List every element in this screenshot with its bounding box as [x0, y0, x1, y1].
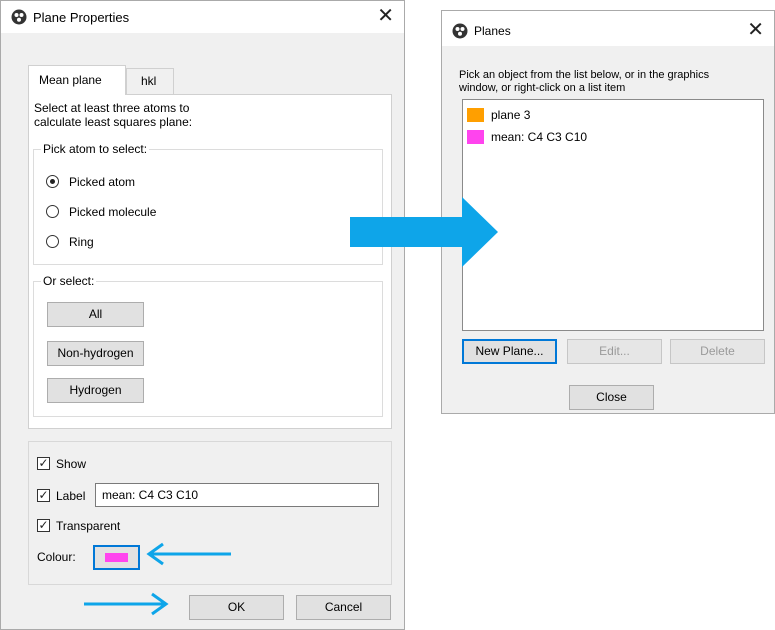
show-label: Show	[56, 457, 87, 471]
instruction-line-2: calculate least squares plane:	[34, 115, 193, 129]
list-item-label: mean: C4 C3 C10	[491, 130, 588, 144]
window-title: Plane Properties	[33, 10, 130, 25]
close-button[interactable]: Close	[569, 385, 654, 410]
plane-properties-window: Plane Properties ✕ Mean plane hkl Select…	[0, 0, 405, 630]
plane-color-swatch	[467, 108, 484, 122]
new-plane-button[interactable]: New Plane...	[462, 339, 557, 364]
list-item-label: plane 3	[491, 108, 531, 122]
ok-button[interactable]: OK	[189, 595, 284, 620]
tab-hkl[interactable]: hkl	[126, 68, 174, 95]
label-input-value: mean: C4 C3 C10	[102, 488, 199, 502]
radio-label: Picked molecule	[69, 205, 157, 219]
tab-label: Mean plane	[39, 73, 102, 87]
all-button[interactable]: All	[47, 302, 144, 327]
window-title: Planes	[474, 24, 511, 38]
ok-arrow-annotation	[84, 592, 169, 616]
planes-list[interactable]: plane 3 mean: C4 C3 C10	[462, 99, 764, 331]
planes-titlebar: Planes ✕	[442, 11, 774, 46]
edit-button[interactable]: Edit...	[567, 339, 662, 364]
radio-ring[interactable]	[46, 235, 59, 248]
planes-instruction-line-1: Pick an object from the list below, or i…	[459, 69, 710, 81]
show-checkbox[interactable]: ✓	[37, 457, 50, 470]
delete-button[interactable]: Delete	[670, 339, 765, 364]
hydrogen-button[interactable]: Hydrogen	[47, 378, 144, 403]
label-label: Label	[56, 489, 86, 503]
tab-mean-plane[interactable]: Mean plane	[28, 65, 126, 95]
transparent-checkbox[interactable]: ✓	[37, 519, 50, 532]
or-select-label: Or select:	[41, 274, 97, 288]
plane-color-swatch	[467, 130, 484, 144]
list-item[interactable]: mean: C4 C3 C10	[467, 129, 757, 145]
label-input[interactable]: mean: C4 C3 C10	[95, 483, 379, 507]
plane-properties-titlebar: Plane Properties ✕	[1, 1, 404, 33]
pick-group-label: Pick atom to select:	[41, 142, 150, 156]
radio-picked-atom[interactable]	[46, 175, 59, 188]
colour-swatch-button[interactable]	[93, 545, 140, 570]
close-icon[interactable]: ✕	[747, 19, 764, 41]
radio-label: Ring	[69, 235, 94, 249]
label-checkbox[interactable]: ✓	[37, 489, 50, 502]
close-icon[interactable]: ✕	[377, 5, 394, 27]
non-hydrogen-button[interactable]: Non-hydrogen	[47, 341, 144, 366]
instruction-line-1: Select at least three atoms to	[34, 101, 190, 115]
cancel-button[interactable]: Cancel	[296, 595, 391, 620]
list-item[interactable]: plane 3	[467, 107, 757, 123]
radio-picked-molecule[interactable]	[46, 205, 59, 218]
planes-instruction-line-2: window, or right-click on a list item	[459, 82, 626, 94]
transparent-label: Transparent	[56, 519, 121, 533]
colour-swatch	[105, 553, 128, 562]
big-arrow-annotation	[350, 197, 498, 267]
colour-label: Colour:	[37, 550, 76, 564]
colour-arrow-annotation	[146, 542, 231, 566]
app-icon	[11, 9, 27, 25]
radio-label: Picked atom	[69, 175, 136, 189]
tab-label: hkl	[141, 74, 157, 88]
app-icon	[452, 23, 468, 39]
